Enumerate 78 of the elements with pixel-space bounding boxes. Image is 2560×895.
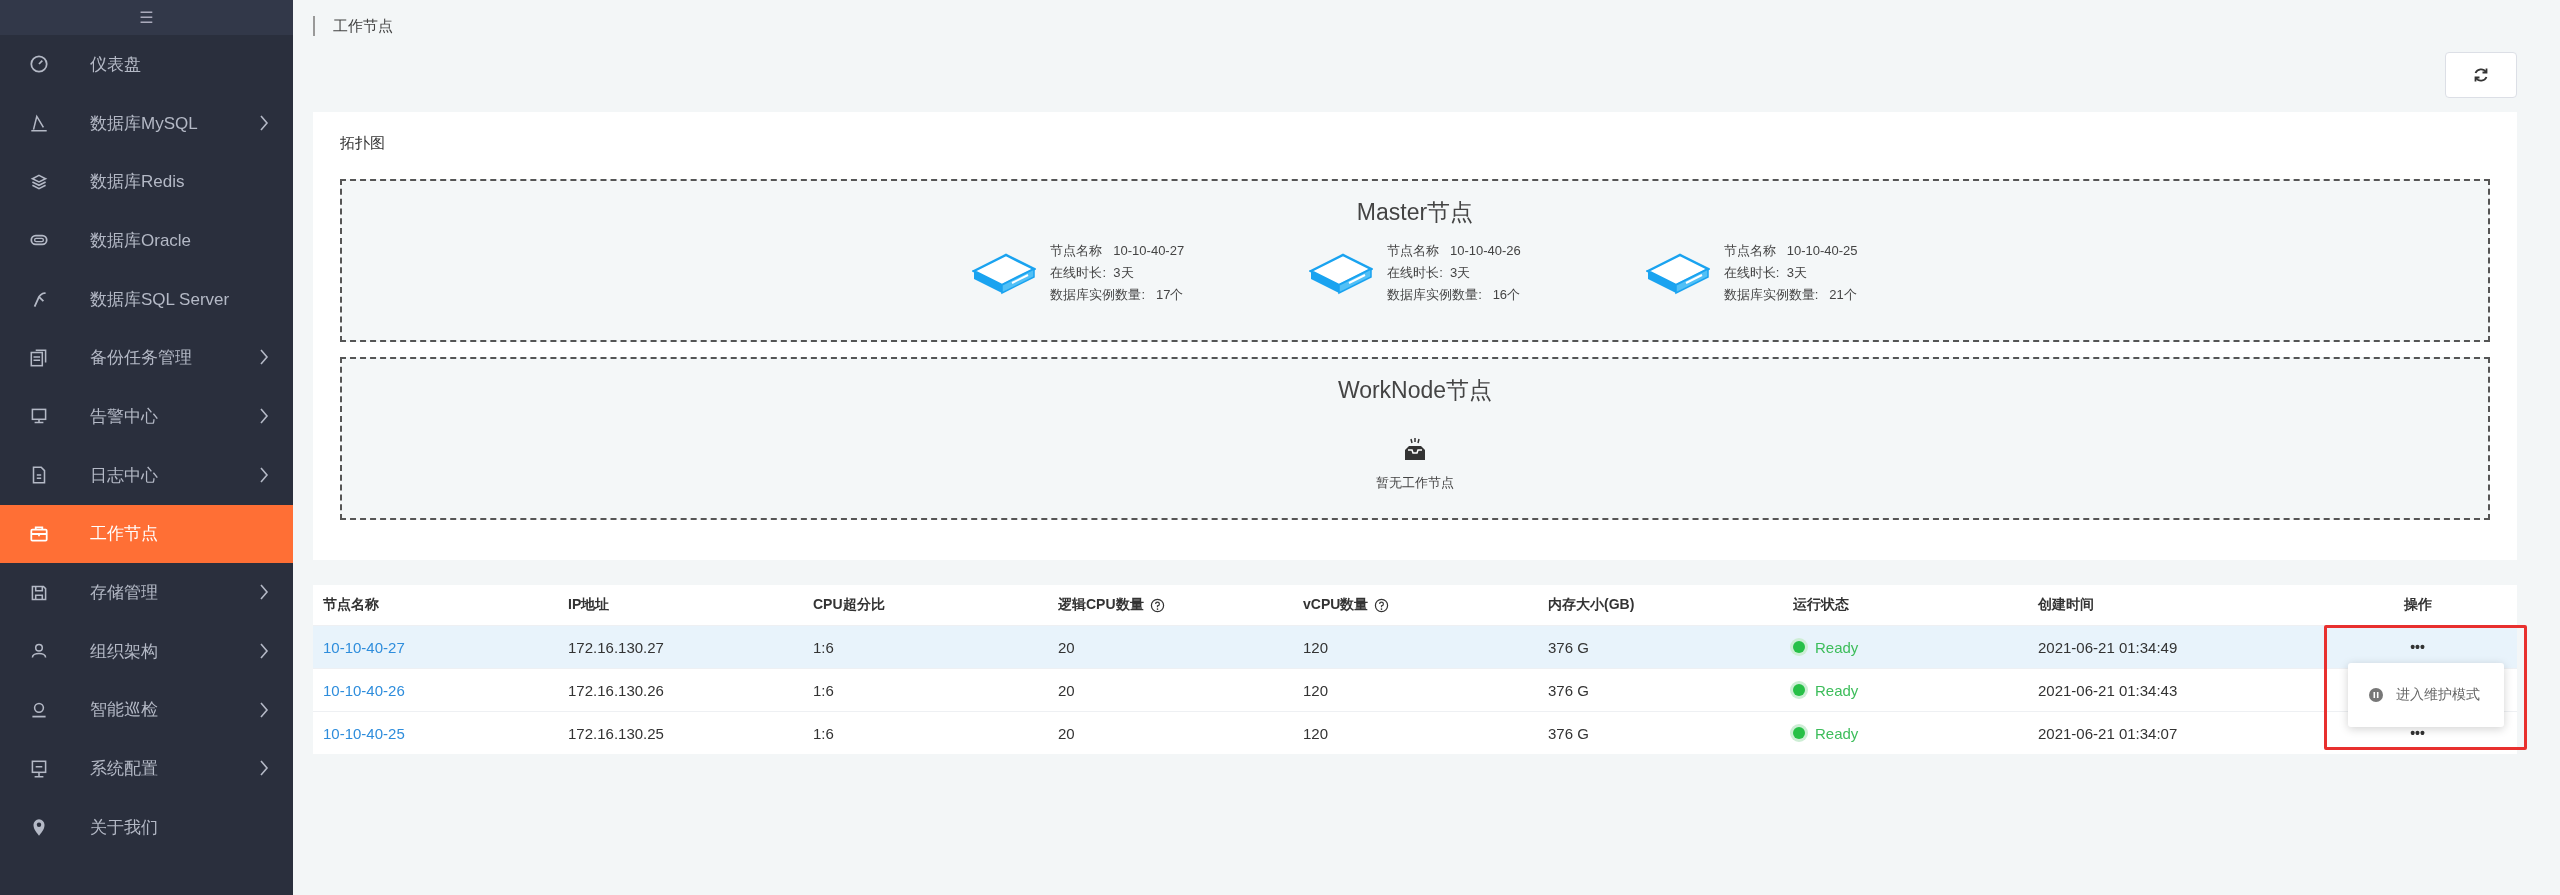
table-cell: 1:6 <box>813 724 834 742</box>
panel-title: Master节点 <box>1356 198 1474 227</box>
column-header: 逻辑CPU数量 <box>1058 596 1144 614</box>
chevron-right-icon <box>259 701 269 718</box>
node-name: 节点名称 10-10-40-25 <box>1723 242 1858 260</box>
sidebar-item[interactable]: 智能巡检 <box>0 680 293 740</box>
column-header: IP地址 <box>568 596 610 614</box>
sidebar-item[interactable]: 存储管理 <box>0 563 293 622</box>
table-cell: 120 <box>1303 638 1329 656</box>
breadcrumb: 工作节点 <box>313 16 393 36</box>
table-cell: 2021-06-21 01:34:43 <box>2038 681 2178 699</box>
status-dot <box>1793 727 1805 739</box>
pause-icon <box>2368 687 2384 703</box>
empty-text: 暂无工作节点 <box>1376 474 1454 492</box>
help-icon[interactable] <box>1149 597 1165 613</box>
table-cell: 20 <box>1058 681 1075 699</box>
sidebar-item[interactable]: 组织架构 <box>0 621 293 681</box>
table-cell: 20 <box>1058 638 1075 656</box>
sidebar-item[interactable]: 关于我们 <box>0 797 293 857</box>
menu-item[interactable]: 进入维护模式 <box>2348 675 2504 715</box>
status-dot <box>1793 641 1805 653</box>
table-cell: 172.16.130.25 <box>568 724 664 742</box>
table-cell: 1:6 <box>813 638 834 656</box>
chevron-right-icon <box>259 466 269 483</box>
sidebar-item[interactable]: 日志中心 <box>0 445 293 505</box>
column-header: 操作 <box>2403 596 2432 614</box>
column-header: 内存大小(GB) <box>1548 596 1635 614</box>
sidebar-item[interactable]: 告警中心 <box>0 387 293 446</box>
column-header: 运行状态 <box>1793 596 1849 614</box>
menu-toggle[interactable]: ☰ <box>0 0 293 35</box>
sidebar-item[interactable]: 系统配置 <box>0 739 293 798</box>
sidebar-item[interactable]: 数据库Redis <box>0 152 293 212</box>
status-text: Ready <box>1815 724 1859 742</box>
table-cell: 376 G <box>1548 724 1589 742</box>
table-cell: 172.16.130.27 <box>568 638 664 656</box>
column-header: 创建时间 <box>2038 596 2094 614</box>
node-link[interactable]: 10-10-40-25 <box>323 724 405 742</box>
refresh-button[interactable] <box>2445 52 2517 98</box>
chevron-right-icon <box>259 349 269 366</box>
column-header: vCPU数量 <box>1303 596 1369 614</box>
node-name: 节点名称 10-10-40-27 <box>1050 242 1185 260</box>
node-instances: 数据库实例数量: 16个 <box>1387 286 1521 304</box>
node-link[interactable]: 10-10-40-26 <box>323 681 405 699</box>
table-cell: 376 G <box>1548 638 1589 656</box>
chevron-right-icon <box>259 408 269 425</box>
status-text: Ready <box>1815 638 1859 656</box>
table-cell: 120 <box>1303 681 1329 699</box>
column-header: 节点名称 <box>323 596 379 614</box>
table-cell: 376 G <box>1548 681 1589 699</box>
column-header: CPU超分比 <box>813 596 885 614</box>
panel-title: WorkNode节点 <box>1337 376 1493 405</box>
more-button[interactable]: ••• <box>2406 725 2429 741</box>
chevron-right-icon <box>259 114 269 131</box>
status-dot <box>1793 684 1805 696</box>
sidebar-item[interactable]: 数据库Oracle <box>0 211 293 270</box>
node-uptime: 在线时长: 3天 <box>1387 264 1472 282</box>
table-cell: 172.16.130.26 <box>568 681 664 699</box>
status-text: Ready <box>1815 681 1859 699</box>
help-icon[interactable] <box>1374 597 1390 613</box>
sidebar-item[interactable]: 数据库MySQL <box>0 93 293 153</box>
node-uptime: 在线时长: 3天 <box>1050 264 1135 282</box>
sidebar-item[interactable]: 数据库SQL Server <box>0 269 293 329</box>
table-cell: 20 <box>1058 724 1075 742</box>
more-button[interactable]: ••• <box>2406 639 2429 655</box>
sidebar-item[interactable]: 仪表盘 <box>0 35 293 94</box>
sidebar-item[interactable]: 备份任务管理 <box>0 328 293 388</box>
table-cell: 120 <box>1303 724 1329 742</box>
node-instances: 数据库实例数量: 21个 <box>1723 286 1858 304</box>
node-uptime: 在线时长: 3天 <box>1723 264 1808 282</box>
table-cell: 2021-06-21 01:34:49 <box>2038 638 2178 656</box>
chevron-right-icon <box>259 584 269 601</box>
chevron-right-icon <box>259 760 269 777</box>
node-instances: 数据库实例数量: 17个 <box>1050 286 1185 304</box>
table-cell: 2021-06-21 01:34:07 <box>2038 724 2178 742</box>
node-name: 节点名称 10-10-40-26 <box>1387 242 1521 260</box>
table-cell: 1:6 <box>813 681 834 699</box>
chevron-right-icon <box>259 642 269 659</box>
section-title: 拓扑图 <box>340 134 386 153</box>
